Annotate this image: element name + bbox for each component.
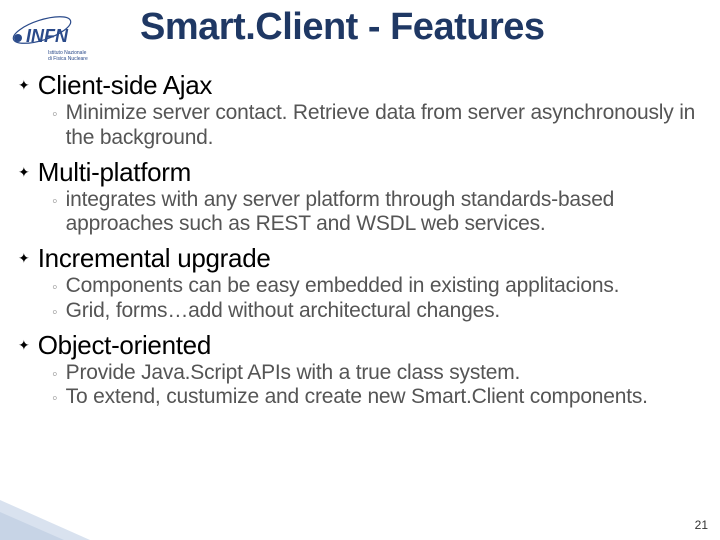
page-number: 21 [695,518,708,532]
subbullet-icon: ◦ [52,389,58,409]
bullet-icon: ✦ [18,165,30,179]
subbullet-icon: ◦ [52,303,58,323]
subbullet-icon: ◦ [52,278,58,298]
sub-item: ◦ Grid, forms…add without architectural … [52,299,710,324]
sub-text: Minimize server contact. Retrieve data f… [66,101,710,151]
bullet-icon: ✦ [18,78,30,92]
item-heading: Object-oriented [38,330,211,361]
corner-accent [0,490,140,540]
sub-text: Components can be easy embedded in exist… [66,274,620,299]
bullet-icon: ✦ [18,251,30,265]
subbullet-icon: ◦ [52,105,58,125]
list-item: ✦ Client-side Ajax ◦ Minimize server con… [18,70,710,151]
content-body: ✦ Client-side Ajax ◦ Minimize server con… [18,70,710,416]
sub-item: ◦ Provide Java.Script APIs with a true c… [52,361,710,386]
sub-text: Grid, forms…add without architectural ch… [66,299,500,324]
list-item: ✦ Incremental upgrade ◦ Components can b… [18,243,710,324]
bullet-icon: ✦ [18,338,30,352]
item-heading: Multi-platform [38,157,191,188]
item-heading: Client-side Ajax [38,70,212,101]
item-heading: Incremental upgrade [38,243,271,274]
infn-logo: INFN Istituto Nazionale di Fisica Nuclea… [8,8,108,64]
list-item: ✦ Multi-platform ◦ integrates with any s… [18,157,710,238]
subbullet-icon: ◦ [52,365,58,385]
slide-title: Smart.Client - Features [140,6,700,49]
sub-item: ◦ Components can be easy embedded in exi… [52,274,710,299]
list-item: ✦ Object-oriented ◦ Provide Java.Script … [18,330,710,411]
sub-text: Provide Java.Script APIs with a true cla… [66,361,521,386]
sub-item: ◦ To extend, custumize and create new Sm… [52,385,710,410]
sub-item: ◦ integrates with any server platform th… [52,188,710,238]
svg-text:di Fisica Nucleare: di Fisica Nucleare [48,56,88,62]
sub-item: ◦ Minimize server contact. Retrieve data… [52,101,710,151]
subbullet-icon: ◦ [52,192,58,212]
sub-text: To extend, custumize and create new Smar… [66,385,648,410]
logo-text: INFN [26,26,69,46]
sub-text: integrates with any server platform thro… [66,188,710,238]
